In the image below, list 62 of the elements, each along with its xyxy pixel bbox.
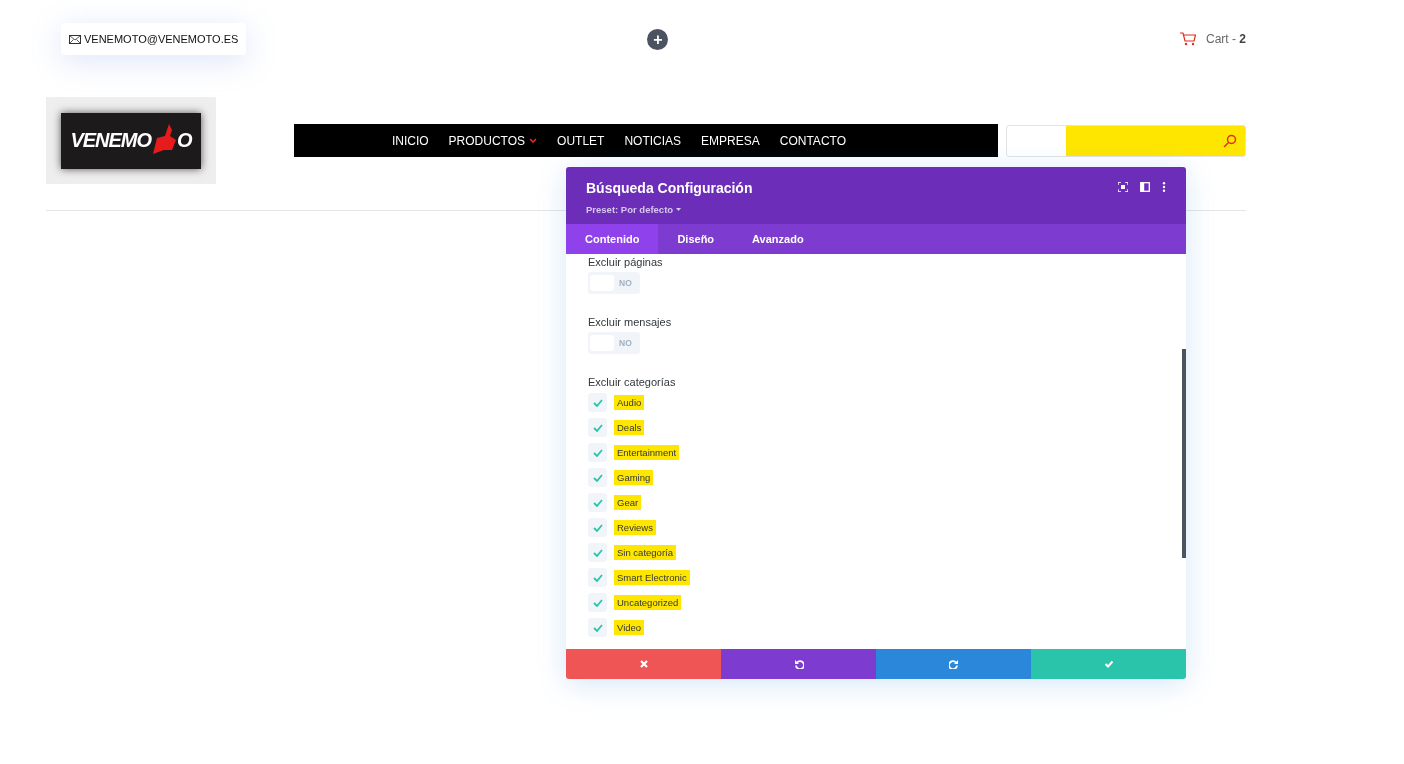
checkbox-label: Entertainment	[614, 445, 680, 460]
nav-link[interactable]: OUTLET	[547, 133, 615, 148]
checkbox[interactable]	[588, 493, 607, 512]
checkbox-label: Smart Electronic	[614, 570, 690, 585]
modal-title: Búsqueda Configuración	[586, 180, 753, 196]
checkbox[interactable]	[588, 543, 607, 562]
checkbox-label: Sin categoría	[614, 545, 676, 560]
checkbox-label: Gaming	[614, 470, 654, 485]
close-icon	[638, 659, 649, 669]
fullscreen-icon[interactable]	[1118, 182, 1128, 192]
checkmark-icon	[592, 598, 603, 607]
checkmark-icon	[592, 473, 603, 482]
checkmark-icon	[592, 398, 603, 407]
add-button[interactable]: +	[647, 28, 669, 50]
caret-icon	[676, 208, 682, 211]
checkmark-icon	[592, 548, 603, 557]
search-icon	[1223, 133, 1237, 148]
checkmark-icon	[592, 448, 603, 457]
sidebar-icon[interactable]	[1140, 182, 1150, 192]
scrollbar[interactable]	[1182, 349, 1186, 558]
checkbox[interactable]	[588, 468, 607, 487]
checkbox-label: Deals	[614, 420, 645, 435]
search-field[interactable]	[1006, 124, 1246, 157]
checkbox[interactable]	[588, 518, 607, 537]
nav-link[interactable]: EMPRESA	[691, 133, 770, 148]
email-text: VENEMOTO@VENEMOTO.ES	[84, 33, 239, 45]
checkmark-icon	[592, 498, 603, 507]
cart-link[interactable]: Cart - 2	[1205, 32, 1246, 46]
preset-dropdown[interactable]: Preset: Por defecto	[586, 204, 682, 215]
undo-icon	[793, 659, 804, 669]
checkbox[interactable]	[588, 593, 607, 612]
tab[interactable]: Avanzado	[733, 224, 823, 254]
check-icon	[1103, 659, 1114, 669]
more-options-icon[interactable]	[1162, 182, 1166, 192]
checkbox[interactable]	[588, 393, 607, 412]
checkbox[interactable]	[588, 418, 607, 437]
cart-icon	[1179, 32, 1196, 46]
email-contact[interactable]: VENEMOTO@VENEMOTO.ES	[61, 23, 247, 55]
checkbox-label: Uncategorized	[614, 595, 682, 610]
logo[interactable]: VENEMO O	[46, 97, 216, 184]
checkbox[interactable]	[588, 568, 607, 587]
envelope-icon	[69, 34, 81, 44]
redo-icon	[948, 659, 959, 669]
nav-link[interactable]: PRODUCTOS	[438, 133, 548, 148]
field-label: Excluir mensajes	[588, 316, 673, 328]
nav-link[interactable]: NOTICIAS	[614, 133, 692, 148]
checkbox-label: Video	[614, 620, 645, 635]
checkmark-icon	[592, 523, 603, 532]
field-label: Excluir páginas	[588, 256, 664, 268]
nav-link[interactable]: CONTACTO	[769, 133, 856, 148]
tab[interactable]: Diseño	[658, 224, 734, 254]
checkmark-icon	[592, 423, 603, 432]
checkbox[interactable]	[588, 618, 607, 637]
checkmark-icon	[592, 623, 603, 632]
field-label: Excluir categorías	[588, 376, 677, 388]
tab[interactable]: Contenido	[566, 224, 659, 254]
checkmark-icon	[592, 573, 603, 582]
checkbox[interactable]	[588, 443, 607, 462]
checkbox-label: Audio	[614, 395, 645, 410]
checkbox-label: Reviews	[614, 520, 656, 535]
checkbox-label: Gear	[614, 495, 642, 510]
nav-link[interactable]: INICIO	[381, 133, 439, 148]
